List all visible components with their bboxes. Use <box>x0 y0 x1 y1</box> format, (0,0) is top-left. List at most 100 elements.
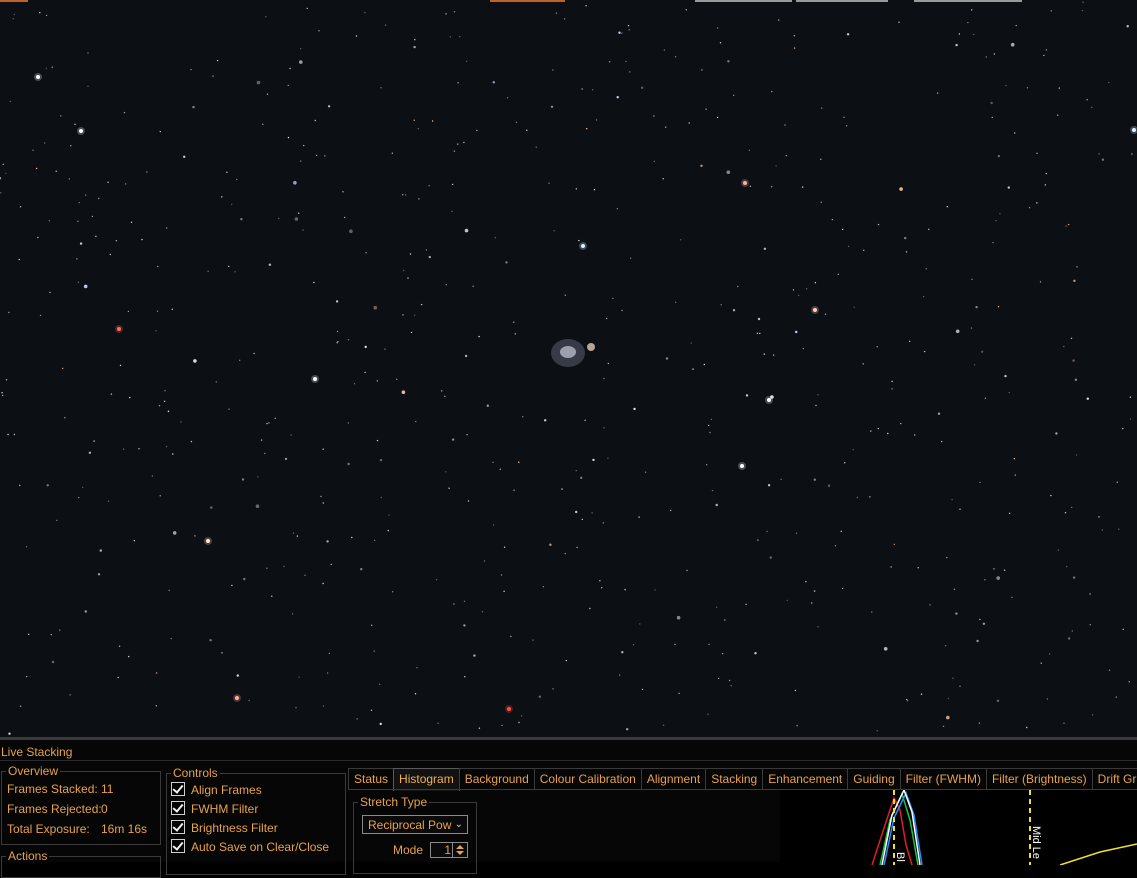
star <box>846 33 850 36</box>
star <box>416 667 418 669</box>
star <box>686 569 688 572</box>
star <box>1058 87 1061 89</box>
star <box>1045 49 1048 51</box>
star <box>1098 516 1100 518</box>
star <box>1065 225 1067 227</box>
star <box>324 155 326 157</box>
tab-background[interactable]: Background <box>458 768 535 789</box>
chevron-down-icon: ⌄ <box>454 819 463 830</box>
star <box>705 108 707 110</box>
star <box>846 125 848 127</box>
star <box>1003 569 1006 571</box>
frames-rejected-row: Frames Rejected: 0 <box>7 802 108 816</box>
star <box>936 92 939 94</box>
checkbox-mark[interactable] <box>171 820 185 834</box>
star <box>1118 528 1120 530</box>
star <box>593 189 596 191</box>
star <box>85 194 87 196</box>
star <box>591 89 594 91</box>
star <box>240 218 243 221</box>
star <box>728 679 731 682</box>
tab-filter-brightness[interactable]: Filter (Brightness) <box>985 768 1093 789</box>
tab-guiding[interactable]: Guiding <box>847 768 901 789</box>
star <box>798 294 800 297</box>
tab-status[interactable]: Status <box>348 768 395 789</box>
stretch-type-value: Reciprocal Pow <box>368 818 452 832</box>
star <box>1072 576 1076 579</box>
star <box>28 633 30 635</box>
stepper-up-icon[interactable] <box>456 845 464 849</box>
tab-drift-graph[interactable]: Drift Gr <box>1091 768 1137 789</box>
star <box>952 677 954 679</box>
star <box>959 508 961 510</box>
star <box>414 693 417 695</box>
star <box>380 87 382 89</box>
star <box>1039 281 1042 283</box>
star <box>708 643 710 646</box>
star <box>1086 397 1090 400</box>
star <box>1008 512 1011 514</box>
histogram-plot[interactable]: Bl Mid Le <box>780 790 1137 865</box>
star <box>795 532 798 534</box>
star <box>210 506 213 509</box>
star <box>451 210 453 213</box>
fwhm-filter-checkbox[interactable]: FWHM Filter <box>171 801 258 817</box>
star <box>37 236 39 239</box>
star <box>376 439 379 442</box>
star <box>565 659 567 662</box>
star <box>428 185 430 187</box>
tab-stacking[interactable]: Stacking <box>705 768 764 789</box>
star <box>330 563 332 566</box>
tab-filter-fwhm[interactable]: Filter (FWHM) <box>899 768 987 789</box>
star <box>883 647 888 651</box>
star <box>946 206 948 208</box>
star <box>1073 279 1076 282</box>
mode-stepper[interactable]: 1 <box>430 842 468 858</box>
star <box>732 309 736 312</box>
star <box>638 516 640 518</box>
star <box>370 709 373 711</box>
star <box>414 39 416 41</box>
star <box>641 688 644 691</box>
tab-alignment[interactable]: Alignment <box>640 768 707 789</box>
star <box>890 566 892 568</box>
star <box>715 606 718 608</box>
brightness-filter-label: Brightness Filter <box>191 821 278 835</box>
star <box>1055 432 1058 435</box>
star <box>231 203 233 205</box>
align-frames-checkbox[interactable]: Align Frames <box>171 782 262 798</box>
star <box>76 258 78 260</box>
star <box>93 440 95 442</box>
checkbox-mark[interactable] <box>171 801 185 815</box>
star <box>629 71 631 73</box>
star <box>156 310 159 312</box>
star <box>236 178 238 181</box>
tab-colour-calibration[interactable]: Colour Calibration <box>533 768 642 789</box>
star <box>992 241 994 244</box>
tab-enhancement[interactable]: Enhancement <box>762 768 849 789</box>
star <box>898 21 900 23</box>
checkbox-mark[interactable] <box>171 782 185 796</box>
checkbox-mark[interactable] <box>171 839 185 853</box>
star <box>794 689 797 692</box>
auto-save-checkbox[interactable]: Auto Save on Clear/Close <box>171 839 329 855</box>
star <box>128 655 130 658</box>
stepper-down-icon[interactable] <box>456 851 464 855</box>
star <box>514 333 516 335</box>
star <box>955 329 960 334</box>
brightness-filter-checkbox[interactable]: Brightness Filter <box>171 820 278 836</box>
image-viewer[interactable] <box>0 0 1137 737</box>
stepper-arrows[interactable] <box>452 843 467 857</box>
star <box>255 504 260 509</box>
star <box>473 654 476 657</box>
star <box>373 650 375 652</box>
star <box>70 145 72 147</box>
stretch-type-select[interactable]: Reciprocal Pow ⌄ <box>362 815 468 834</box>
star <box>283 565 285 568</box>
star <box>715 503 718 507</box>
sky-background <box>0 0 1137 737</box>
tab-histogram[interactable]: Histogram <box>393 768 460 791</box>
star <box>129 396 131 399</box>
star <box>314 119 316 122</box>
star <box>257 476 259 478</box>
